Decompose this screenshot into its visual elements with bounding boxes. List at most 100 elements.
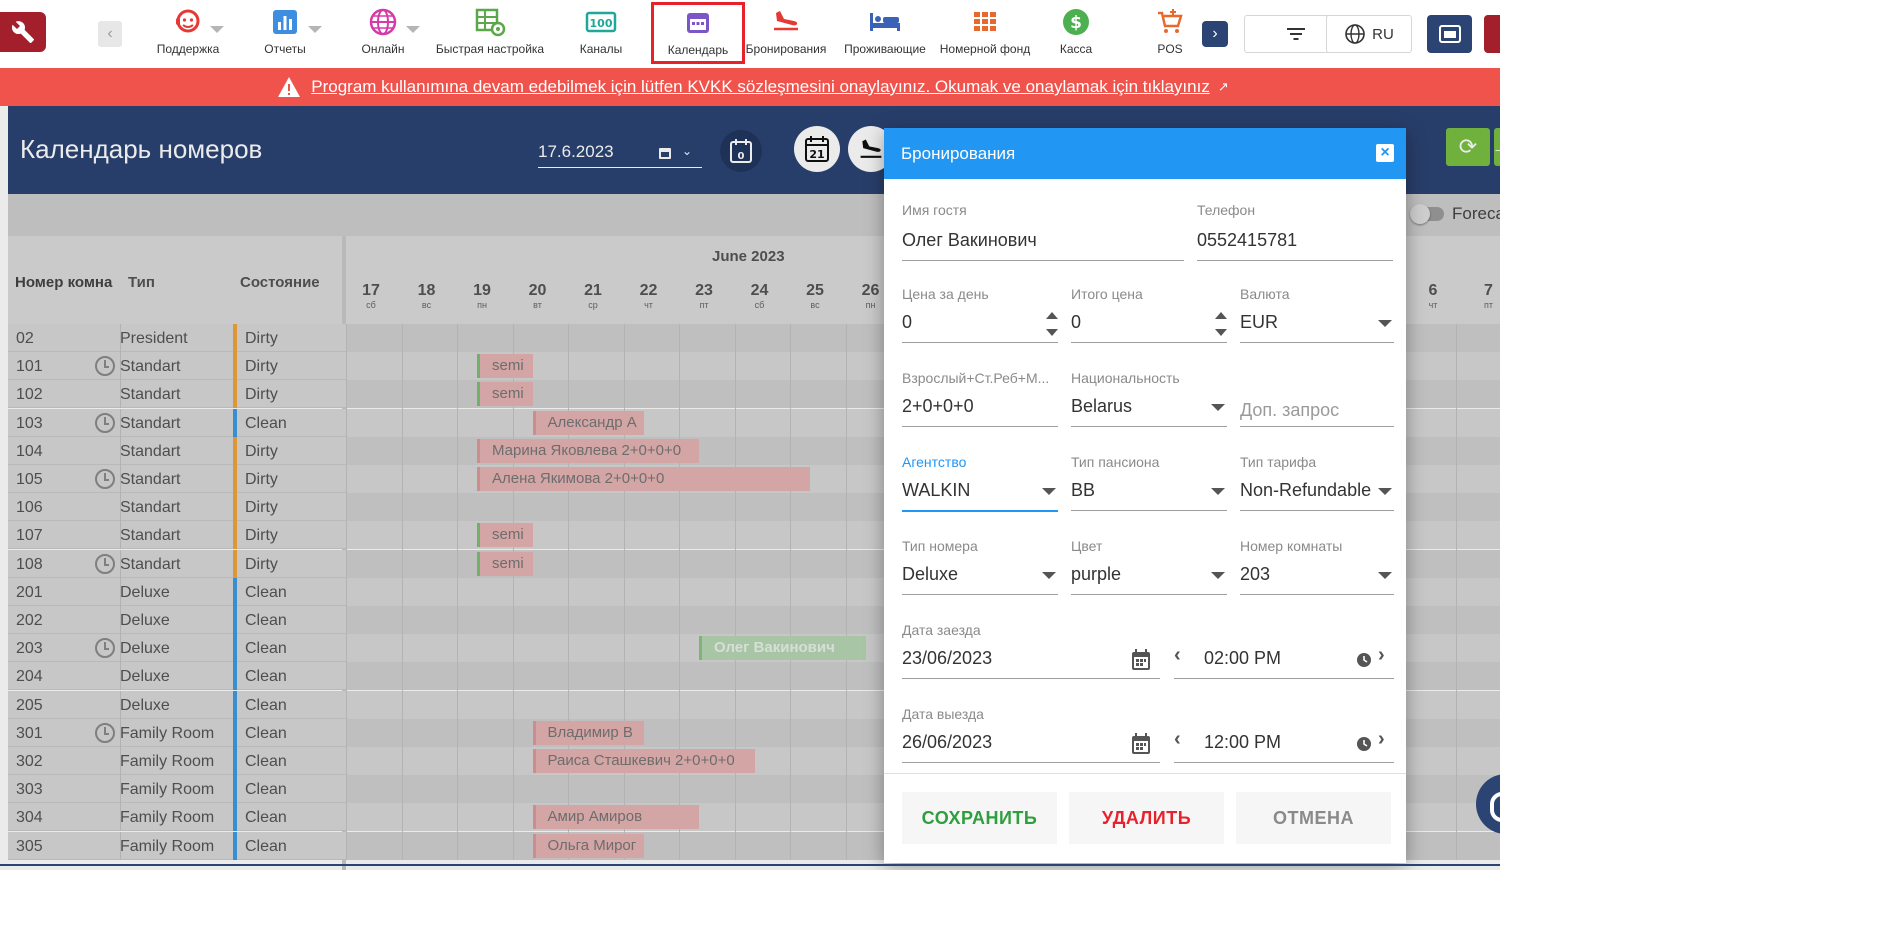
- price-per-day-value: 0: [902, 312, 913, 332]
- dollar-icon: $: [1063, 9, 1089, 35]
- phone-label: Телефон: [1197, 202, 1256, 218]
- room-number-label: Номер комнаты: [1240, 538, 1343, 554]
- dialog-title: Бронирования ×: [884, 128, 1406, 179]
- guests-count-value: 2+0+0+0: [902, 396, 974, 416]
- color-label: Цвет: [1071, 538, 1103, 554]
- chevron-down-icon: [1211, 488, 1225, 495]
- currency-label: Валюта: [1240, 286, 1290, 302]
- chevron-down-icon: [1211, 572, 1225, 579]
- close-icon[interactable]: ×: [1376, 144, 1394, 162]
- chevron-down-icon: [308, 26, 322, 33]
- nav-room-stock-label: Номерной фонд: [939, 42, 1031, 56]
- price-per-day-label: Цена за день: [902, 286, 989, 302]
- guests-count-field[interactable]: Взрослый+Ст.Реб+М... 2+0+0+0: [902, 370, 1058, 430]
- toolbar-next-button[interactable]: ›: [1202, 21, 1228, 47]
- nav-quick-settings[interactable]: Быстрая настройка: [430, 4, 550, 64]
- calendar-icon[interactable]: [1130, 648, 1152, 672]
- reservation-dialog: Бронирования × Имя гостя Олег Вакинович …: [884, 128, 1406, 863]
- checkin-time-field[interactable]: ‹ 02:00 PM ›: [1174, 622, 1394, 684]
- nav-pos[interactable]: POS: [1152, 4, 1188, 64]
- save-button[interactable]: СОХРАНИТЬ: [902, 792, 1057, 844]
- globe-icon: [1345, 24, 1365, 44]
- nav-calendar[interactable]: Календарь: [651, 2, 745, 64]
- footer-line: [0, 864, 1500, 866]
- toolbar-prev-button[interactable]: ‹: [98, 21, 122, 47]
- nav-channels[interactable]: 100 Каналы: [574, 4, 628, 64]
- time-next-icon[interactable]: ›: [1378, 728, 1385, 751]
- flight-landing-icon: [774, 11, 798, 31]
- kvkk-alert-banner[interactable]: Program kullanımına devam edebilmek için…: [0, 68, 1500, 106]
- chevron-down-icon: [406, 26, 420, 33]
- nav-calendar-label: Календарь: [667, 43, 729, 57]
- nav-support[interactable]: Поддержка: [148, 4, 228, 64]
- room-number-select[interactable]: Номер комнаты 203: [1240, 538, 1394, 600]
- nav-guests-label: Проживающие: [844, 42, 926, 56]
- checkout-time-field[interactable]: ‹ 12:00 PM ›: [1174, 706, 1394, 768]
- room-type-select[interactable]: Тип номера Deluxe: [902, 538, 1058, 600]
- nav-room-stock[interactable]: Номерной фонд: [935, 4, 1035, 64]
- checkout-date-field[interactable]: Дата выезда 26/06/2023: [902, 706, 1160, 768]
- phone-field[interactable]: Телефон 0552415781: [1197, 202, 1393, 262]
- kvkk-alert-link[interactable]: Program kullanımına devam edebilmek için…: [311, 77, 1210, 97]
- guest-name-field[interactable]: Имя гостя Олег Вакинович: [902, 202, 1184, 262]
- agency-select[interactable]: Агентство WALKIN: [902, 454, 1058, 516]
- chevron-down-icon: [1211, 404, 1225, 411]
- nav-reservations-label: Бронирования: [745, 42, 827, 56]
- svg-text:$: $: [1070, 13, 1082, 33]
- time-prev-icon[interactable]: ‹: [1174, 728, 1181, 751]
- globe-icon: [369, 8, 397, 36]
- nationality-value: Belarus: [1071, 396, 1133, 416]
- calendar-icon[interactable]: [1130, 732, 1152, 756]
- color-select[interactable]: Цвет purple: [1071, 538, 1227, 600]
- chevron-left-icon: ‹: [107, 25, 113, 42]
- nav-cashier[interactable]: $ Касса: [1054, 4, 1098, 64]
- checkin-label: Дата заезда: [902, 622, 981, 638]
- time-next-icon[interactable]: ›: [1378, 644, 1385, 667]
- nav-guests[interactable]: Проживающие: [838, 4, 932, 64]
- color-value: purple: [1071, 564, 1122, 584]
- nav-online[interactable]: Онлайн: [356, 4, 420, 64]
- total-price-stepper[interactable]: [1215, 312, 1227, 336]
- extra-request-input[interactable]: Доп. запрос: [1240, 370, 1394, 430]
- quick-settings-icon: [475, 8, 506, 37]
- currency-select[interactable]: Валюта EUR: [1240, 286, 1394, 346]
- settings-wrench-button[interactable]: [0, 12, 46, 52]
- nav-reports-label: Отчеты: [264, 42, 306, 56]
- total-price-label: Итого цена: [1071, 286, 1143, 302]
- checkout-time-value: 12:00 PM: [1204, 732, 1282, 752]
- nav-pos-label: POS: [1157, 42, 1183, 56]
- warning-icon: [278, 77, 301, 97]
- chevron-down-icon: [1042, 488, 1056, 495]
- guests-count-label: Взрослый+Ст.Реб+М...: [902, 370, 1050, 386]
- svg-text:100: 100: [590, 17, 613, 30]
- dialog-divider: [884, 773, 1406, 774]
- nav-support-label: Поддержка: [156, 42, 220, 56]
- chevron-down-icon: [1378, 320, 1392, 327]
- room-type-label: Тип номера: [902, 538, 978, 554]
- checkin-date-field[interactable]: Дата заезда 23/06/2023: [902, 622, 1160, 684]
- price-per-day-stepper[interactable]: [1046, 312, 1058, 336]
- time-prev-icon[interactable]: ‹: [1174, 644, 1181, 667]
- cancel-button[interactable]: ОТМЕНА: [1236, 792, 1391, 844]
- nav-reports[interactable]: Отчеты: [258, 4, 322, 64]
- chevron-down-icon: [1378, 488, 1392, 495]
- save-draft-button[interactable]: [1427, 15, 1472, 53]
- price-per-day-field[interactable]: Цена за день 0: [902, 286, 1058, 346]
- top-toolbar: ‹ Поддержка Отчеты Онлайн Быстрая настро…: [0, 0, 1500, 68]
- bar-chart-icon: [273, 10, 297, 34]
- language-button[interactable]: RU: [1326, 15, 1412, 53]
- nav-reservations[interactable]: Бронирования: [742, 4, 830, 64]
- total-price-field[interactable]: Итого цена 0: [1071, 286, 1227, 346]
- logout-tab[interactable]: [1484, 15, 1500, 53]
- agency-value: WALKIN: [902, 480, 971, 500]
- delete-button[interactable]: УДАЛИТЬ: [1069, 792, 1224, 844]
- board-type-label: Тип пансиона: [1071, 454, 1160, 470]
- nav-quick-settings-label: Быстрая настройка: [435, 42, 545, 56]
- board-type-select[interactable]: Тип пансиона BB: [1071, 454, 1227, 516]
- chevron-down-icon: [1042, 572, 1056, 579]
- calendar-icon: [687, 13, 709, 33]
- clock-icon: [1357, 737, 1371, 751]
- nationality-select[interactable]: Национальность Belarus: [1071, 370, 1227, 430]
- nav-channels-label: Каналы: [579, 42, 623, 56]
- rate-type-select[interactable]: Тип тарифа Non-Refundable: [1240, 454, 1394, 516]
